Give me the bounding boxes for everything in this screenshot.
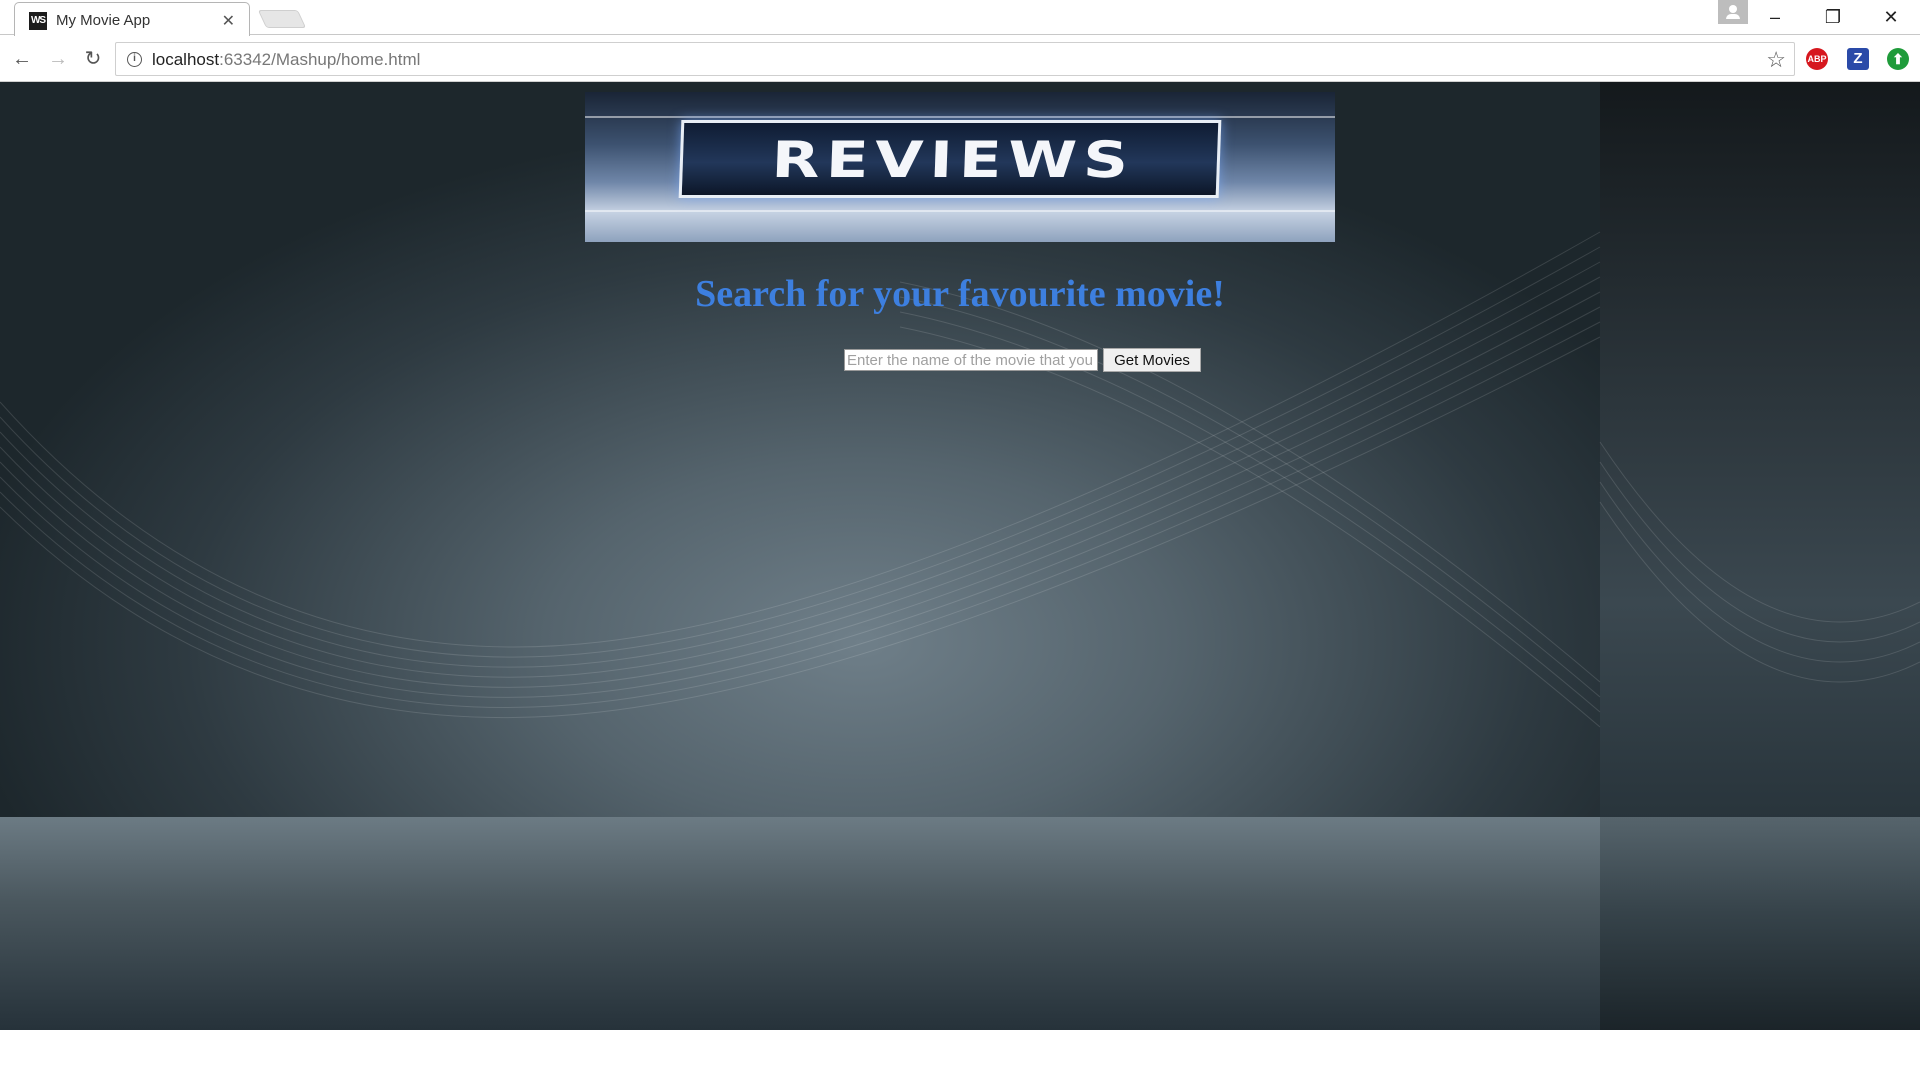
- banner-light-streak: [585, 116, 1335, 118]
- close-window-icon[interactable]: ✕: [1862, 0, 1920, 34]
- webstorm-favicon-icon: WS: [29, 12, 47, 30]
- info-icon[interactable]: i: [127, 52, 142, 67]
- url-host: localhost: [152, 50, 220, 69]
- reviews-banner-image: REVIEWS: [585, 92, 1335, 242]
- reload-icon[interactable]: ↻: [79, 45, 107, 73]
- url-path: :63342/Mashup/home.html: [219, 50, 421, 69]
- banner-plate: REVIEWS: [678, 120, 1222, 198]
- tab-close-icon[interactable]: ✕: [222, 11, 235, 31]
- address-bar[interactable]: i localhost:63342/Mashup/home.html ☆: [115, 42, 1795, 76]
- upload-extension-icon[interactable]: ⬆: [1887, 48, 1909, 70]
- page-viewport: REVIEWS Search for your favourite movie!…: [0, 82, 1920, 1030]
- maximize-icon[interactable]: ❐: [1804, 0, 1862, 34]
- tab-my-movie-app[interactable]: WS My Movie App ✕: [14, 2, 250, 36]
- adblock-extension-icon[interactable]: ABP: [1806, 48, 1828, 70]
- new-tab-button[interactable]: [257, 10, 307, 28]
- minimize-icon[interactable]: –: [1746, 0, 1804, 34]
- get-movies-button[interactable]: Get Movies: [1103, 348, 1201, 372]
- movie-search-input[interactable]: [844, 349, 1098, 371]
- browser-toolbar: ← → ↻ i localhost:63342/Mashup/home.html…: [0, 36, 1920, 82]
- tab-title: My Movie App: [56, 12, 151, 29]
- page-heading: Search for your favourite movie!: [695, 273, 1225, 315]
- url-text[interactable]: localhost:63342/Mashup/home.html: [152, 50, 420, 70]
- browser-tabstrip: WS My Movie App ✕ – ❐ ✕: [0, 0, 1920, 36]
- bookmark-star-icon[interactable]: ☆: [1766, 47, 1786, 73]
- forward-arrow-icon[interactable]: →: [44, 45, 72, 73]
- z-extension-icon[interactable]: Z: [1847, 48, 1869, 70]
- banner-light-streak: [585, 210, 1335, 212]
- back-arrow-icon[interactable]: ←: [8, 45, 36, 73]
- banner-text: REVIEWS: [770, 131, 1136, 189]
- profile-icon[interactable]: [1718, 0, 1748, 24]
